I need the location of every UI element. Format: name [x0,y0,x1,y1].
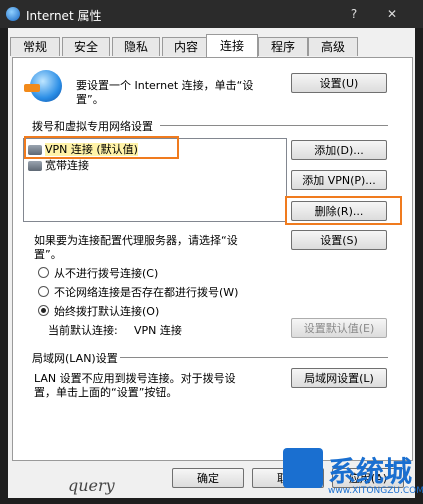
title-bar: Internet 属性 ? ✕ [0,0,423,28]
current-default-value: VPN 连接 [134,324,182,337]
network-connection-icon [28,161,42,171]
dialup-section-title: 拨号和虚拟专用网络设置 [32,120,153,133]
tab-general[interactable]: 常规 [10,37,60,56]
windows-logo-icon [283,448,323,488]
lan-text-line2: 置，单击上面的“设置”按钮。 [34,386,178,399]
proxy-text-line1: 如果要为连接配置代理服务器，请选择“设 [34,234,238,247]
radio-never-dial-label: 从不进行拨号连接(C) [54,267,159,280]
tab-connections[interactable]: 连接 [206,34,258,57]
setup-button[interactable]: 设置(U) [291,73,387,93]
tab-security[interactable]: 安全 [62,37,110,56]
setup-text-line2: 置”。 [76,93,104,106]
radio-dial-whenever[interactable] [38,286,49,297]
radio-dial-whenever-label: 不论网络连接是否存在都进行拨号(W) [54,286,239,299]
radio-always-dial-default[interactable] [38,305,49,316]
radio-always-dial-default-label: 始终拨打默认连接(O) [54,305,160,318]
connection-broadband-label: 宽带连接 [45,159,89,172]
set-default-button[interactable]: 设置默认值(E) [291,318,387,338]
list-item[interactable]: 宽带连接 [28,158,89,174]
vpn-highlight-box [24,136,179,159]
arrow-icon [24,84,40,92]
lan-settings-button[interactable]: 局域网设置(L) [291,368,387,388]
close-button[interactable]: ✕ [383,5,401,23]
internet-options-icon [6,7,20,21]
brand-url-watermark: www.XITONGZU.COM [328,486,423,496]
lan-divider [120,357,388,358]
handwriting-watermark: query [68,476,115,495]
current-default-label: 当前默认连接: [48,324,118,337]
lan-section-title: 局域网(LAN)设置 [32,352,118,365]
brand-watermark: 系统城 [328,455,413,488]
help-button[interactable]: ? [345,5,363,23]
tab-privacy[interactable]: 隐私 [112,37,160,56]
window-title: Internet 属性 [26,9,102,23]
tab-advanced[interactable]: 高级 [308,37,358,56]
tab-programs[interactable]: 程序 [258,37,308,56]
dialup-divider [160,125,388,126]
radio-never-dial[interactable] [38,267,49,278]
ok-button[interactable]: 确定 [172,468,244,488]
proxy-text-line2: 置”。 [34,248,62,261]
add-button[interactable]: 添加(D)... [291,140,387,160]
proxy-settings-button[interactable]: 设置(S) [291,230,387,250]
tab-content[interactable]: 内容 [162,37,210,56]
delete-highlight-box [285,196,402,225]
add-vpn-button[interactable]: 添加 VPN(P)... [291,170,387,190]
